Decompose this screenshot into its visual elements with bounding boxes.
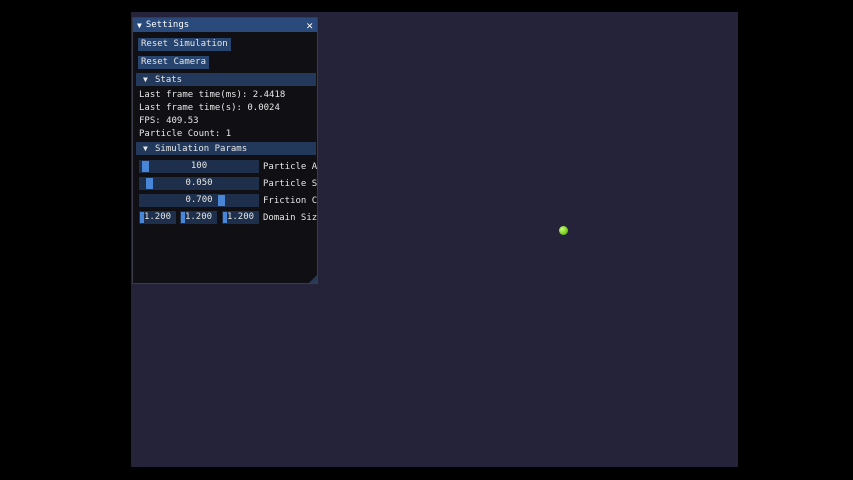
domain-size-y-slider[interactable]: 1.200	[180, 211, 217, 224]
domain-size-z-value: 1.200	[226, 212, 255, 222]
close-icon[interactable]: ✕	[306, 20, 313, 31]
particle-amount-label: Particle A	[263, 162, 318, 172]
particle-amount-slider[interactable]: 100	[139, 160, 259, 173]
particle	[559, 226, 568, 235]
window-title: Settings	[145, 20, 190, 30]
domain-size-x-value: 1.200	[143, 212, 172, 222]
collapse-arrow-icon[interactable]: ▼	[137, 21, 142, 30]
particle-size-value: 0.050	[185, 178, 213, 188]
friction-value: 0.700	[185, 195, 213, 205]
domain-size-z-slider[interactable]: 1.200	[222, 211, 259, 224]
particle-amount-value: 100	[190, 161, 208, 171]
frame-time-ms: Last frame time(ms): 2.4418	[139, 90, 286, 100]
stats-header[interactable]: ▼ Stats	[136, 73, 316, 86]
resize-grip-icon[interactable]	[309, 275, 317, 283]
frame-time-s: Last frame time(s): 0.0024	[139, 103, 280, 113]
particle-size-label: Particle S	[263, 179, 318, 189]
friction-slider[interactable]: 0.700	[139, 194, 259, 207]
particle-count: Particle Count: 1	[139, 129, 232, 139]
sim-params-header[interactable]: ▼ Simulation Params	[136, 142, 316, 155]
settings-title-bar[interactable]: ▼ Settings ✕	[133, 18, 317, 32]
domain-size-y-value: 1.200	[184, 212, 213, 222]
stats-collapse-icon: ▼	[143, 75, 148, 84]
sim-params-header-label: Simulation Params	[155, 144, 248, 154]
domain-size-label: Domain Siz	[263, 213, 318, 223]
reset-camera-button[interactable]: Reset Camera	[138, 56, 210, 69]
particle-size-slider[interactable]: 0.050	[139, 177, 259, 190]
fps-readout: FPS: 409.53	[139, 116, 199, 126]
domain-size-x-slider[interactable]: 1.200	[139, 211, 176, 224]
friction-label: Friction C	[263, 196, 318, 206]
sim-params-collapse-icon: ▼	[143, 144, 148, 153]
reset-simulation-button[interactable]: Reset Simulation	[138, 38, 231, 51]
stats-header-label: Stats	[155, 75, 183, 85]
settings-window[interactable]: ▼ Settings ✕ Reset Simulation Reset Came…	[132, 17, 318, 284]
